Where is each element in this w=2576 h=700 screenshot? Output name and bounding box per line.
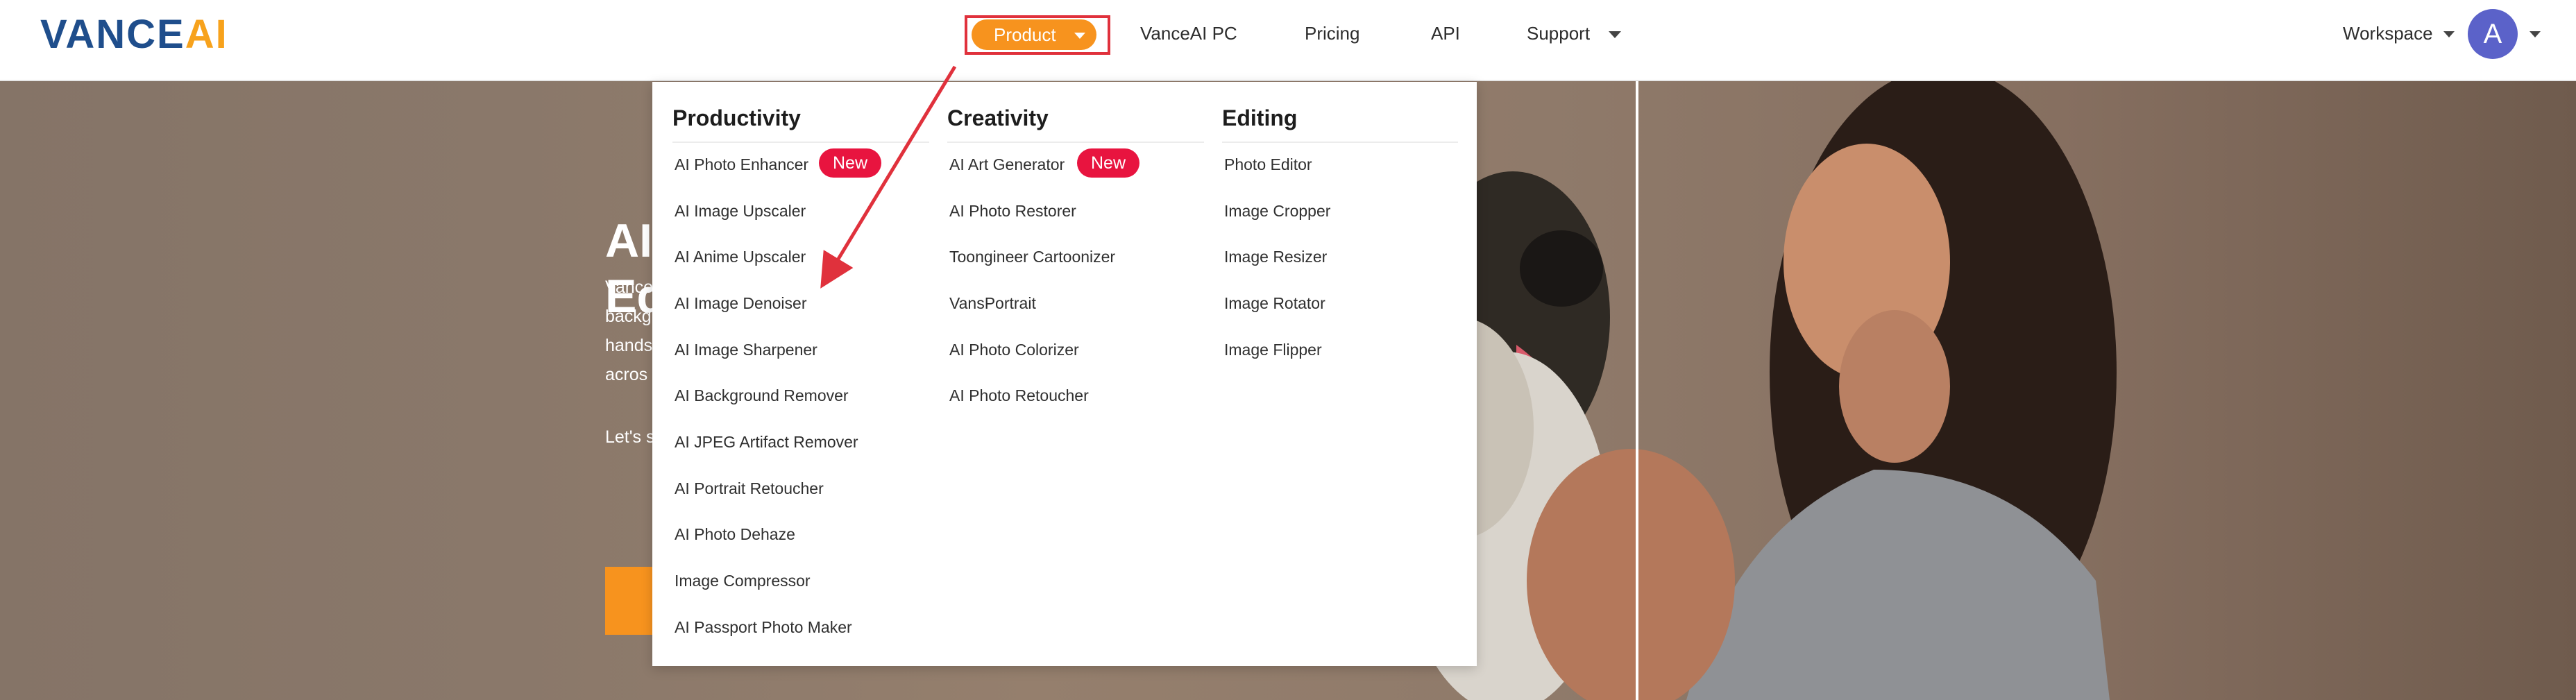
hero-desc-3: hands xyxy=(605,336,653,355)
logo-text-vance: VANCE xyxy=(40,12,185,57)
menu-ai-image-upscaler[interactable]: AI Image Upscaler xyxy=(675,200,806,221)
page: AI Ed Vance backg hands acros Let's s VA… xyxy=(0,0,2576,700)
avatar-chevron-down-icon[interactable] xyxy=(2530,31,2541,37)
user-avatar[interactable]: A xyxy=(2468,9,2518,59)
new-badge: New xyxy=(819,148,881,178)
menu-vansportrait[interactable]: VansPortrait xyxy=(949,293,1036,314)
menu-ai-portrait-retoucher[interactable]: AI Portrait Retoucher xyxy=(675,478,824,499)
menu-ai-photo-restorer[interactable]: AI Photo Restorer xyxy=(949,200,1076,221)
menu-ai-photo-enhancer[interactable]: AI Photo Enhancer xyxy=(675,154,808,175)
menu-image-cropper[interactable]: Image Cropper xyxy=(1224,200,1330,221)
nav-api[interactable]: API xyxy=(1431,21,1460,46)
new-badge: New xyxy=(1077,148,1139,178)
compare-slider-divider[interactable] xyxy=(1636,81,1638,700)
workspace-chevron-down-icon[interactable] xyxy=(2443,31,2455,37)
nav-product-button[interactable]: Product xyxy=(972,19,1096,50)
logo-text-ai: AI xyxy=(185,12,228,57)
editing-divider xyxy=(1222,142,1458,143)
creativity-divider xyxy=(947,142,1204,143)
productivity-heading: Productivity xyxy=(672,105,801,130)
woman-neck xyxy=(1839,310,1950,463)
menu-image-rotator[interactable]: Image Rotator xyxy=(1224,293,1325,314)
menu-ai-image-denoiser[interactable]: AI Image Denoiser xyxy=(675,293,806,314)
nav-support[interactable]: Support xyxy=(1527,21,1590,46)
menu-ai-background-remover[interactable]: AI Background Remover xyxy=(675,385,849,406)
menu-photo-editor[interactable]: Photo Editor xyxy=(1224,154,1312,175)
menu-image-resizer[interactable]: Image Resizer xyxy=(1224,246,1327,267)
menu-ai-image-sharpener[interactable]: AI Image Sharpener xyxy=(675,339,817,360)
product-dropdown-menu: Productivity AI Photo Enhancer New AI Im… xyxy=(652,82,1477,666)
dog-muzzle xyxy=(1520,230,1603,307)
vanceai-logo[interactable]: VANCEAI xyxy=(40,12,228,57)
editing-heading: Editing xyxy=(1222,105,1298,130)
hero-cta-text: Let's s xyxy=(605,427,655,447)
productivity-divider xyxy=(672,142,929,143)
nav-vanceai-pc[interactable]: VanceAI PC xyxy=(1140,21,1237,46)
hero-desc-2: backg xyxy=(605,307,652,326)
menu-image-flipper[interactable]: Image Flipper xyxy=(1224,339,1322,360)
creativity-heading: Creativity xyxy=(947,105,1049,130)
menu-ai-photo-retoucher[interactable]: AI Photo Retoucher xyxy=(949,385,1089,406)
support-chevron-down-icon[interactable] xyxy=(1609,31,1621,38)
site-header: VANCEAI Product VanceAI PC Pricing API S… xyxy=(0,0,2576,81)
nav-pricing[interactable]: Pricing xyxy=(1305,21,1359,46)
menu-image-compressor[interactable]: Image Compressor xyxy=(675,570,811,591)
nav-workspace[interactable]: Workspace xyxy=(2343,21,2433,46)
nav-product-label: Product xyxy=(994,24,1056,45)
hero-desc-4: acros xyxy=(605,365,648,384)
menu-ai-art-generator[interactable]: AI Art Generator xyxy=(949,154,1065,175)
menu-toongineer-cartoonizer[interactable]: Toongineer Cartoonizer xyxy=(949,246,1115,267)
menu-ai-photo-colorizer[interactable]: AI Photo Colorizer xyxy=(949,339,1079,360)
menu-ai-anime-upscaler[interactable]: AI Anime Upscaler xyxy=(675,246,806,267)
chevron-down-icon xyxy=(1074,33,1085,39)
hero-desc-1: Vance xyxy=(605,278,654,297)
menu-ai-photo-dehaze[interactable]: AI Photo Dehaze xyxy=(675,524,795,545)
menu-ai-passport-photo-maker[interactable]: AI Passport Photo Maker xyxy=(675,617,852,638)
menu-ai-jpeg-artifact-remover[interactable]: AI JPEG Artifact Remover xyxy=(675,432,858,452)
